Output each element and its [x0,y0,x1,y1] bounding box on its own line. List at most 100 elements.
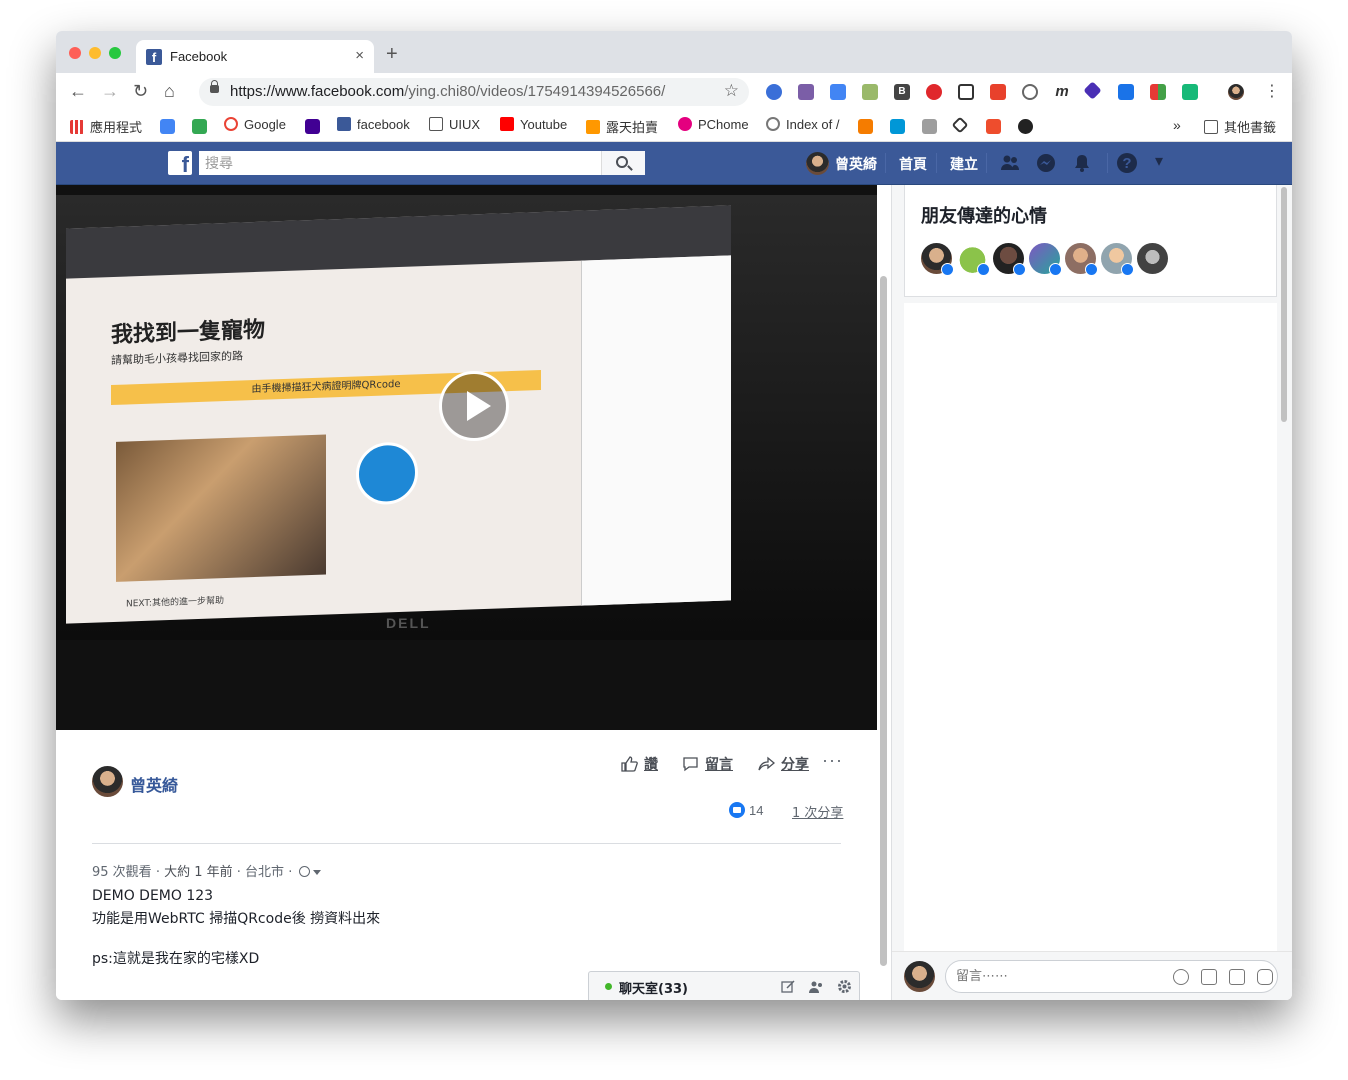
opera-extension-icon[interactable] [926,84,942,100]
friend-avatar[interactable] [993,243,1026,276]
like-count[interactable]: 14 [729,802,763,818]
bookmarks-overflow-icon[interactable]: » [1173,117,1181,133]
back-icon[interactable]: ← [69,81,87,102]
share-button[interactable]: 分享 [758,754,809,774]
like-reaction-icon [729,802,745,818]
maps-bookmark-icon[interactable] [192,119,207,134]
post-text-line: ps:這就是我在家的宅樣XD [92,951,260,967]
play-button[interactable] [439,371,509,441]
screenshot-extension-icon[interactable] [958,84,974,100]
extension-icon[interactable] [766,84,782,100]
bookmark-pchome[interactable]: PChome [678,117,749,132]
extension-icon[interactable] [798,84,814,100]
bookmark-index[interactable]: Index of / [766,117,839,132]
search-input[interactable] [199,151,599,175]
friend-avatar[interactable] [957,243,990,276]
friend-avatar[interactable] [1029,243,1062,276]
extension-icon[interactable] [990,84,1006,100]
audience-dropdown-icon[interactable] [313,870,322,875]
friend-avatar[interactable] [1065,243,1098,276]
post-location[interactable]: 台北市 [245,865,284,880]
post-time[interactable]: 大約 1 年前 [164,865,233,880]
extension-icon[interactable] [1182,84,1198,100]
bookmark-icon[interactable] [922,119,937,134]
tab-close-icon[interactable]: × [355,47,364,64]
comment-button[interactable]: 留言 [682,754,733,774]
nav-create[interactable]: 建立 [950,154,978,174]
author-avatar[interactable] [92,766,123,797]
sidebar-scrollbar[interactable] [1281,187,1287,422]
help-icon[interactable]: ? [1117,153,1137,173]
friend-avatar[interactable] [1137,243,1168,274]
blogger-bookmark-icon[interactable] [858,119,873,134]
bookmark-other-folder[interactable]: 其他書籤 [1204,117,1276,136]
extension-icon[interactable] [862,84,878,100]
new-message-icon[interactable] [781,979,796,994]
shopee-bookmark-icon[interactable] [986,119,1001,134]
friend-requests-icon[interactable] [1000,153,1020,173]
profile-link[interactable]: 曾英綺 [835,154,877,174]
comment-input[interactable] [956,969,1156,984]
emoji-icon[interactable] [1173,969,1189,985]
share-count[interactable]: 1 次分享 [792,802,843,821]
translate-bookmark-icon[interactable] [160,119,175,134]
messenger-icon[interactable] [1036,153,1056,173]
codepen-bookmark-icon[interactable] [951,116,969,134]
browser-menu-icon[interactable]: ⋮ [1264,81,1280,101]
url-text: https://www.facebook.com/ying.chi80/vide… [230,83,666,100]
user-avatar[interactable] [806,152,829,175]
browser-toolbar: ← → ↻ ⌂ https://www.facebook.com/ying.ch… [56,73,1292,111]
bookmark-ruten[interactable]: 露天拍賣 [586,117,658,136]
home-icon[interactable]: ⌂ [164,81,175,102]
minimize-window-button[interactable] [89,47,101,59]
extension-icon[interactable] [1083,81,1102,100]
gif-icon[interactable] [1229,969,1245,985]
reload-icon[interactable]: ↻ [133,81,148,102]
chat-label[interactable]: 聊天室(33) [619,978,688,997]
search-button[interactable] [601,151,645,175]
maximize-window-button[interactable] [109,47,121,59]
yahoo-bookmark-icon[interactable] [305,119,320,134]
chat-tab[interactable]: 聊天室(33) [588,971,860,1000]
online-status-dot [605,983,612,990]
folder-icon [429,117,443,131]
new-tab-button[interactable]: + [386,43,398,66]
thumbs-up-icon [621,756,638,772]
friend-avatar[interactable] [921,243,954,276]
bookmark-facebook[interactable]: facebook [337,117,410,132]
close-window-button[interactable] [69,47,81,59]
create-group-icon[interactable] [809,979,824,994]
lock-icon [210,80,219,93]
bookmark-star-icon[interactable]: ☆ [724,81,739,101]
account-menu-icon[interactable]: ▾ [1155,151,1163,171]
like-button[interactable]: 讚 [621,754,658,774]
bookmark-google[interactable]: Google [224,117,286,132]
video-player[interactable]: 我找到一隻寵物 請幫助毛小孩尋找回家的路 由手機掃描狂犬病證明牌QRcode N… [56,185,877,730]
browser-tab-facebook[interactable]: f Facebook × [136,40,374,73]
camera-icon[interactable] [1201,969,1217,985]
main-scrollbar[interactable] [880,276,887,966]
share-icon [758,756,776,772]
notifications-bell-icon[interactable] [1072,153,1092,173]
profile-avatar-icon[interactable] [1228,84,1244,100]
facebook-logo-icon[interactable]: f [168,151,192,177]
extension-icon[interactable]: m [1054,84,1070,100]
address-bar[interactable]: https://www.facebook.com/ying.chi80/vide… [199,78,749,106]
extension-icon[interactable]: B [894,84,910,100]
bookmark-folder-uiux[interactable]: UIUX [429,117,480,132]
extension-icon[interactable] [1150,84,1166,100]
extension-icon[interactable] [1022,84,1038,100]
translate-extension-icon[interactable] [830,84,846,100]
author-name[interactable]: 曾英綺 [130,772,178,796]
forward-icon[interactable]: → [101,81,119,102]
bookmark-apps[interactable]: 應用程式 [70,117,142,136]
extension-icon[interactable] [1118,84,1134,100]
bookmark-youtube[interactable]: Youtube [500,117,567,132]
friend-avatar[interactable] [1101,243,1134,276]
bookmark-icon[interactable] [890,119,905,134]
github-bookmark-icon[interactable] [1018,119,1033,134]
sticker-icon[interactable] [1257,969,1273,985]
nav-home[interactable]: 首頁 [899,154,927,174]
more-options-icon[interactable]: ··· [822,750,843,771]
chat-settings-gear-icon[interactable] [837,979,852,994]
